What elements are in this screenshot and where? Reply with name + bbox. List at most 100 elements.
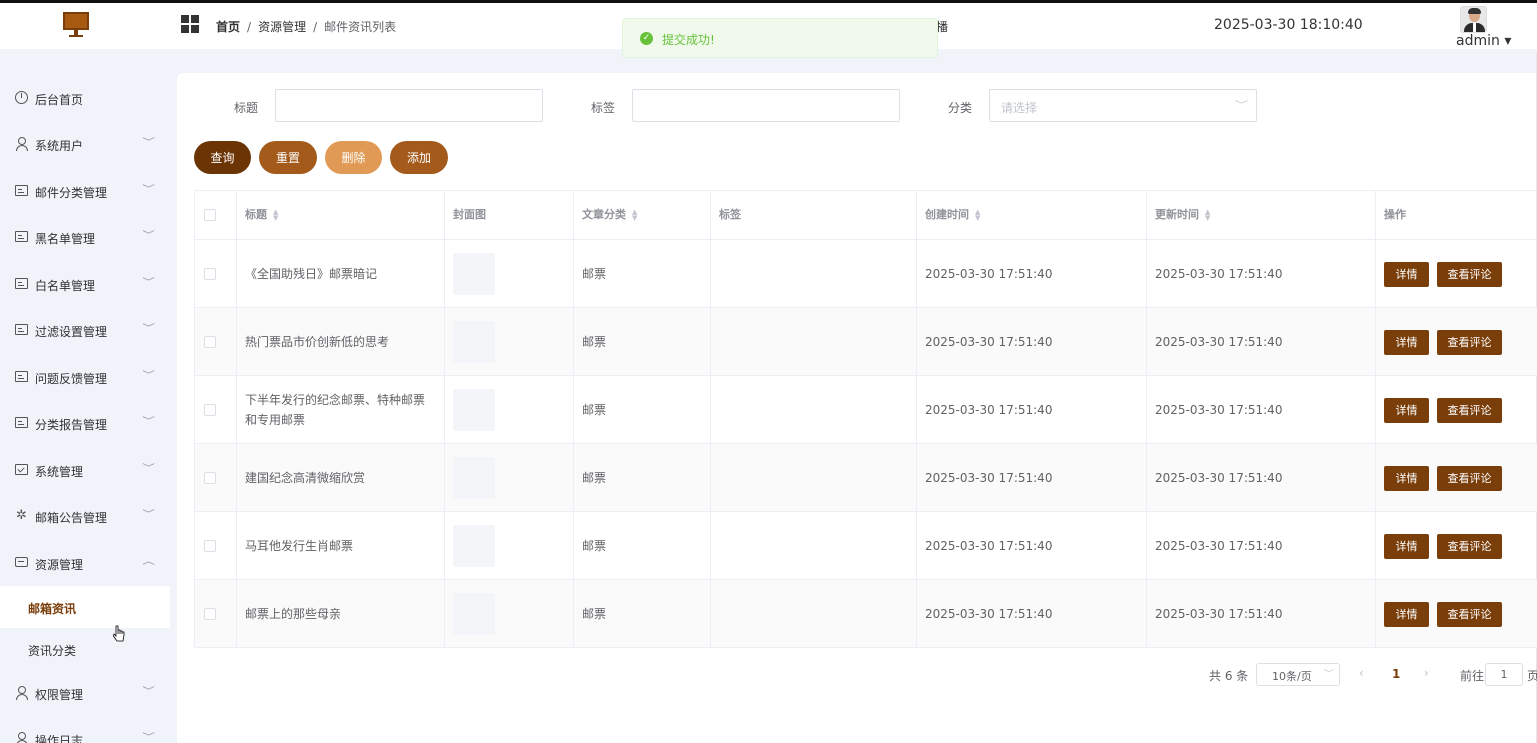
detail-button[interactable]: 详情 (1384, 329, 1429, 355)
row-checkbox[interactable] (204, 539, 216, 552)
header-cell-created[interactable]: 创建时间 ▲ ▼ (917, 191, 1147, 239)
row-checkbox[interactable] (204, 403, 216, 416)
detail-button[interactable]: 详情 (1384, 397, 1429, 423)
tag-filter-input[interactable] (632, 89, 900, 122)
updated-cell: 2025-03-30 17:51:40 (1147, 444, 1376, 511)
sidebar-item-mail-announcement[interactable]: ✲ 邮箱公告管理 ﹀ (0, 494, 170, 538)
row-category: 邮票 (582, 606, 607, 621)
title-filter-input[interactable] (275, 89, 543, 122)
created-cell: 2025-03-30 17:51:40 (917, 580, 1147, 647)
sort-icon[interactable]: ▲ ▼ (975, 209, 983, 222)
title-cell: 马耳他发行生肖邮票 (237, 512, 445, 579)
sidebar-item-label: 系统管理 (35, 465, 84, 479)
created-cell: 2025-03-30 17:51:40 (917, 444, 1147, 511)
row-checkbox[interactable] (204, 471, 216, 484)
detail-button[interactable]: 详情 (1384, 261, 1429, 287)
sidebar-subitem-mail-news[interactable]: 邮箱资讯 (0, 586, 170, 628)
sidebar-item-system-management[interactable]: 系统管理 ﹀ (0, 448, 170, 492)
sort-icon[interactable]: ▲ ▼ (632, 209, 640, 222)
avatar[interactable] (1460, 6, 1487, 33)
tag-filter-label: 标签 (591, 101, 616, 115)
chevron-down-icon: ﹀ (142, 278, 155, 288)
prev-page-button[interactable]: ‹ (1359, 666, 1364, 680)
sidebar-item-whitelist[interactable]: 白名单管理 ﹀ (0, 262, 170, 306)
breadcrumb-home[interactable]: 首页 (216, 20, 240, 34)
app-logo (63, 12, 89, 40)
add-button[interactable]: 添加 (390, 141, 448, 174)
sidebar-item-system-users[interactable]: 系统用户 ﹀ (0, 122, 170, 166)
view-comments-button[interactable]: 查看评论 (1437, 261, 1502, 287)
breadcrumb-resource-management[interactable]: 资源管理 (258, 20, 306, 34)
header-cell-updated[interactable]: 更新时间 ▲ ▼ (1147, 191, 1376, 239)
title-cell: 热门票品市价创新低的思考 (237, 308, 445, 375)
category-cell: 邮票 (574, 580, 711, 647)
view-comments-button[interactable]: 查看评论 (1437, 329, 1502, 355)
page-number-current[interactable]: 1 (1392, 667, 1400, 681)
select-cell (195, 376, 237, 443)
detail-button[interactable]: 详情 (1384, 533, 1429, 559)
pagination-total: 共 6 条 (1209, 669, 1249, 683)
cover-image (453, 320, 495, 363)
sidebar-item-resource-management[interactable]: 资源管理 ︿ (0, 541, 170, 585)
delete-button[interactable]: 删除 (325, 141, 382, 174)
grid-menu-icon[interactable] (181, 15, 199, 33)
sidebar-item-blacklist[interactable]: 黑名单管理 ﹀ (0, 215, 170, 259)
sort-icon[interactable]: ▲ ▼ (273, 209, 281, 222)
header-label: 文章分类 (582, 208, 626, 221)
select-all-checkbox[interactable] (204, 209, 216, 221)
category-select-placeholder: 请选择 (1001, 101, 1038, 115)
sort-icon[interactable]: ▲ ▼ (1205, 209, 1213, 222)
row-created: 2025-03-30 17:51:40 (925, 538, 1053, 553)
query-button[interactable]: 查询 (194, 141, 251, 174)
header-label: 创建时间 (925, 208, 969, 221)
sun-icon: ✲ (16, 508, 27, 523)
view-comments-button[interactable]: 查看评论 (1437, 465, 1502, 491)
page-size-select[interactable]: 10条/页 ﹀ (1256, 663, 1340, 686)
row-checkbox[interactable] (204, 267, 216, 280)
sidebar-item-label: 系统用户 (35, 139, 84, 153)
view-comments-button[interactable]: 查看评论 (1437, 601, 1502, 627)
row-checkbox[interactable] (204, 607, 216, 620)
view-comments-button[interactable]: 查看评论 (1437, 533, 1502, 559)
sidebar-item-permissions[interactable]: 权限管理 ﹀ (0, 671, 170, 715)
row-updated: 2025-03-30 17:51:40 (1155, 266, 1283, 281)
table-row: 《全国助残日》邮票暗记 邮票 2025-03-30 17:51:40 2025-03-… (195, 240, 1537, 308)
sidebar-item-label: 邮箱公告管理 (35, 511, 108, 525)
actions-cell: 详情 查看评论 (1376, 308, 1537, 375)
view-comments-button[interactable]: 查看评论 (1437, 397, 1502, 423)
updated-cell: 2025-03-30 17:51:40 (1147, 240, 1376, 307)
header-cell-title[interactable]: 标题 ▲ ▼ (237, 191, 445, 239)
chevron-down-icon: ﹀ (142, 510, 155, 520)
cover-cell (445, 512, 574, 579)
document-icon (15, 324, 28, 335)
user-icon (15, 732, 28, 743)
detail-button[interactable]: 详情 (1384, 465, 1429, 491)
sidebar-item-dashboard[interactable]: 后台首页 (0, 76, 170, 120)
category-cell: 邮票 (574, 512, 711, 579)
sidebar-item-operation-log[interactable]: 操作日志 ﹀ (0, 717, 170, 743)
row-category: 邮票 (582, 402, 607, 417)
next-page-button[interactable]: › (1424, 666, 1429, 680)
sidebar-item-feedback[interactable]: 问题反馈管理 ﹀ (0, 355, 170, 399)
sidebar-item-label: 问题反馈管理 (35, 372, 108, 386)
sidebar-item-mail-category[interactable]: 邮件分类管理 ﹀ (0, 169, 170, 213)
sidebar-item-filter-settings[interactable]: 过滤设置管理 ﹀ (0, 308, 170, 352)
cover-cell (445, 376, 574, 443)
category-select[interactable]: 请选择 ﹀ (989, 89, 1257, 122)
reset-button[interactable]: 重置 (259, 141, 317, 174)
row-category: 邮票 (582, 334, 607, 349)
detail-button[interactable]: 详情 (1384, 601, 1429, 627)
sidebar-item-category-report[interactable]: 分类报告管理 ﹀ (0, 401, 170, 445)
user-menu[interactable]: admin ▾ (1456, 33, 1511, 49)
row-checkbox[interactable] (204, 335, 216, 348)
row-created: 2025-03-30 17:51:40 (925, 606, 1053, 621)
goto-page-input[interactable] (1485, 663, 1523, 686)
row-category: 邮票 (582, 470, 607, 485)
sidebar-subitem-news-category[interactable]: 资讯分类 (0, 628, 170, 670)
header-cell-category[interactable]: 文章分类 ▲ ▼ (574, 191, 711, 239)
chevron-down-icon: ﹀ (142, 324, 155, 334)
sidebar-item-label: 分类报告管理 (35, 418, 108, 432)
tag-cell (711, 512, 917, 579)
row-title: 《全国助残日》邮票暗记 (245, 266, 378, 281)
user-icon (15, 137, 28, 151)
